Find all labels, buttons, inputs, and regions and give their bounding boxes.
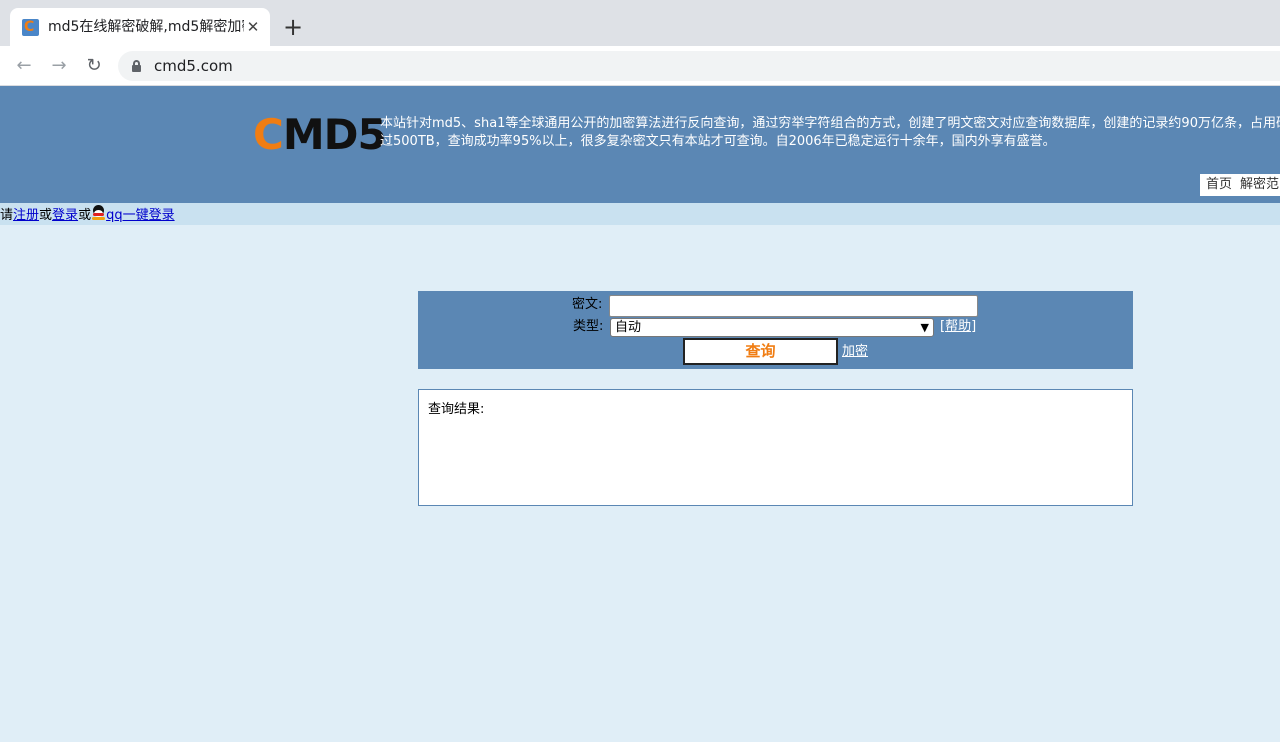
type-label: 类型:	[573, 319, 604, 334]
nav-home[interactable]: 首页	[1206, 177, 1232, 192]
login-prefix: 请	[0, 208, 14, 223]
site-favicon-icon: C	[22, 19, 39, 36]
result-label: 查询结果:	[428, 402, 485, 417]
query-panel: 密文: 类型: 自动 ▼ [帮助] 查询 加密	[418, 291, 1133, 369]
cipher-label: 密文:	[572, 297, 603, 312]
reload-icon[interactable]: ↻	[82, 54, 106, 78]
logo-md5: MD5	[282, 110, 387, 159]
back-arrow-icon[interactable]: ←	[12, 54, 36, 78]
or-text-2: 或	[78, 208, 92, 223]
forward-arrow-icon[interactable]: →	[47, 54, 71, 78]
site-logo[interactable]: CMD5	[253, 110, 387, 159]
encrypt-link[interactable]: 加密	[842, 343, 868, 361]
intro-line-2: 过500TB，查询成功率95%以上，很多复杂密文只有本站才可查询。自2006年已…	[380, 134, 1056, 149]
intro-line-1: 本站针对md5、sha1等全球通用公开的加密算法进行反向查询，通过穷举字符组合的…	[380, 116, 1280, 131]
new-tab-icon[interactable]: +	[282, 15, 304, 39]
top-nav: 首页 解密范	[1200, 174, 1280, 196]
browser-tabstrip: C md5在线解密破解,md5解密加密 ✕ +	[0, 0, 1280, 46]
tab-title: md5在线解密破解,md5解密加密	[48, 19, 244, 35]
close-tab-icon[interactable]: ✕	[244, 18, 262, 36]
site-header: CMD5 本站针对md5、sha1等全球通用公开的加密算法进行反向查询，通过穷举…	[0, 86, 1280, 203]
result-box: 查询结果:	[418, 389, 1133, 506]
browser-toolbar: ← → ↻ cmd5.com	[0, 46, 1280, 86]
url-text[interactable]: cmd5.com	[154, 56, 233, 76]
type-selected-value: 自动	[615, 320, 642, 335]
address-bar[interactable]: cmd5.com	[118, 51, 1280, 81]
nav-decrypt-range[interactable]: 解密范	[1240, 177, 1279, 192]
lock-icon[interactable]	[132, 60, 141, 72]
help-link[interactable]: [帮助]	[940, 318, 976, 336]
logo-c: C	[253, 110, 284, 159]
cipher-input[interactable]	[609, 295, 978, 317]
login-bar: 请注册或登录或 qq一键登录	[0, 203, 1280, 225]
site-intro: 本站针对md5、sha1等全球通用公开的加密算法进行反向查询，通过穷举字符组合的…	[380, 115, 1280, 151]
login-link[interactable]: 登录	[52, 208, 78, 223]
chevron-down-icon: ▼	[920, 321, 929, 334]
or-text-1: 或	[39, 208, 53, 223]
query-button[interactable]: 查询	[683, 338, 838, 365]
browser-tab[interactable]: C md5在线解密破解,md5解密加密 ✕	[10, 8, 270, 46]
register-link[interactable]: 注册	[13, 208, 39, 223]
type-select[interactable]: 自动 ▼	[610, 318, 934, 337]
qq-login-link[interactable]: qq一键登录	[106, 208, 175, 223]
qq-penguin-icon[interactable]	[91, 205, 106, 221]
